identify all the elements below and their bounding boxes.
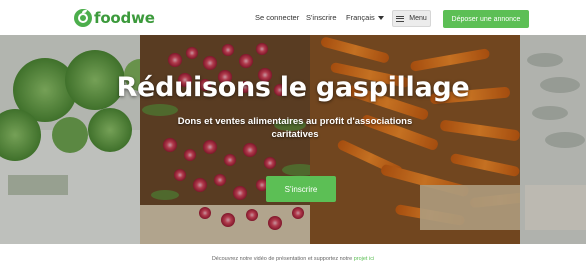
hero-banner: Réduisons le gaspillage Dons et ventes a… — [0, 35, 586, 244]
language-selector[interactable]: Français — [346, 13, 384, 22]
menu-button[interactable]: Menu — [392, 10, 431, 27]
hamburger-icon — [396, 15, 405, 22]
signup-link[interactable]: S'inscrire — [306, 13, 337, 22]
video-promo-text: Découvrez notre vidéo de présentation et… — [211, 256, 353, 262]
menu-label: Menu — [409, 15, 427, 22]
language-label: Français — [346, 13, 375, 22]
logo-text: foodwe — [94, 9, 155, 27]
logo-leaf-icon — [74, 9, 92, 27]
foodwe-logo[interactable]: foodwe — [74, 8, 155, 28]
hero-title: Réduisons le gaspillage — [116, 72, 470, 103]
top-navbar: foodwe Se connecter S'inscrire Français … — [0, 0, 586, 35]
video-promo-line: Découvrez notre vidéo de présentation et… — [0, 256, 586, 262]
hero-signup-button[interactable]: S'inscrire — [266, 176, 336, 202]
hero-subtitle: Dons et ventes alimentaires au profit d'… — [177, 116, 413, 140]
login-link[interactable]: Se connecter — [255, 13, 299, 22]
caret-down-icon — [377, 15, 384, 20]
project-link[interactable]: projet ici — [354, 256, 374, 262]
post-listing-button[interactable]: Déposer une annonce — [443, 10, 529, 28]
